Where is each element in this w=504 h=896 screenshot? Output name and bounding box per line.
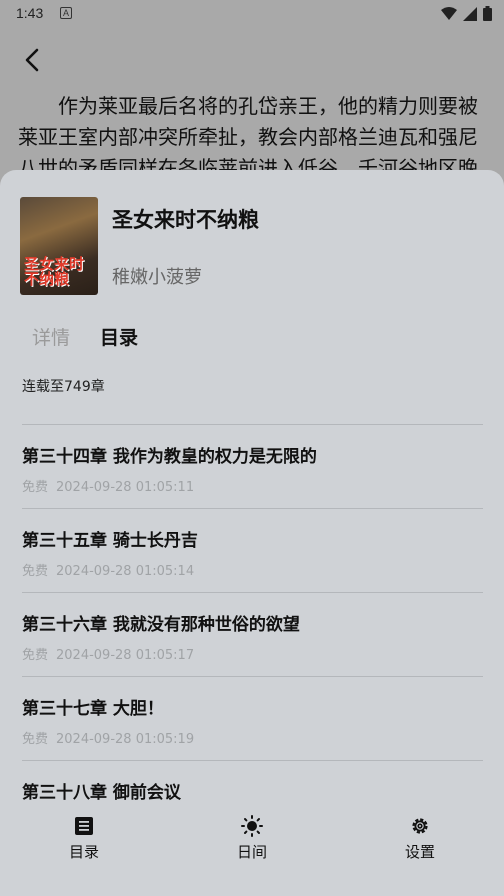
- book-author: 稚嫩小菠萝: [112, 267, 202, 288]
- book-cover[interactable]: 圣女来时不纳粮: [20, 197, 98, 295]
- status-bar: 1:43 A: [0, 0, 504, 30]
- free-label: 免费: [22, 564, 49, 579]
- nav-settings-button[interactable]: 设置: [380, 810, 460, 862]
- chapter-item[interactable]: 第三十四章 我作为教皇的权力是无限的 免费 2024-09-28 01:05:11: [22, 424, 483, 508]
- chapter-meta: 免费 2024-09-28 01:05:17: [22, 644, 194, 663]
- nav-settings-label: 设置: [404, 843, 435, 861]
- toc-sheet: 圣女来时不纳粮 圣女来时不纳粮 稚嫩小菠萝 详情 目录 连载至749章 第三十四…: [0, 170, 504, 896]
- serial-status: 连载至749章: [22, 379, 105, 395]
- chapter-item[interactable]: 第三十六章 我就没有那种世俗的欲望 免费 2024-09-28 01:05:17: [22, 592, 483, 676]
- book-title: 圣女来时不纳粮: [112, 208, 259, 232]
- status-time: 1:43: [16, 5, 44, 21]
- gear-icon: [380, 813, 460, 839]
- chapter-title: 第三十八章 御前会议: [22, 783, 181, 803]
- free-label: 免费: [22, 648, 49, 663]
- nav-day-label: 日间: [236, 843, 267, 861]
- book-header: 圣女来时不纳粮 圣女来时不纳粮 稚嫩小菠萝: [0, 170, 504, 295]
- wifi-icon: [441, 6, 457, 20]
- chapter-list: 第三十四章 我作为教皇的权力是无限的 免费 2024-09-28 01:05:11…: [22, 424, 483, 844]
- tab-toc[interactable]: 目录: [100, 323, 138, 350]
- nav-toc-label: 目录: [68, 843, 99, 861]
- chapter-title: 第三十五章 骑士长丹吉: [22, 531, 198, 551]
- chapter-title: 第三十四章 我作为教皇的权力是无限的: [22, 447, 317, 467]
- free-label: 免费: [22, 732, 49, 747]
- nav-toc-button[interactable]: 目录: [44, 810, 124, 862]
- free-label: 免费: [22, 480, 49, 495]
- cover-title: 圣女来时不纳粮: [24, 255, 85, 288]
- chapter-time: 2024-09-28 01:05:14: [56, 564, 195, 579]
- chapter-title: 第三十六章 我就没有那种世俗的欲望: [22, 615, 300, 635]
- chapter-title: 第三十七章 大胆！: [22, 699, 164, 719]
- chapter-meta: 免费 2024-09-28 01:05:11: [22, 476, 194, 495]
- chapter-item[interactable]: 第三十七章 大胆！ 免费 2024-09-28 01:05:19: [22, 676, 483, 760]
- chapter-time: 2024-09-28 01:05:19: [56, 732, 195, 747]
- chapter-item[interactable]: 第三十五章 骑士长丹吉 免费 2024-09-28 01:05:14: [22, 508, 483, 592]
- tab-bar: 详情 目录: [32, 323, 138, 350]
- tab-details[interactable]: 详情: [32, 323, 70, 350]
- status-icons: [441, 6, 492, 21]
- chapter-time: 2024-09-28 01:05:17: [56, 648, 195, 663]
- back-button[interactable]: [16, 44, 48, 76]
- toc-icon: [44, 813, 124, 839]
- chapter-meta: 免费 2024-09-28 01:05:19: [22, 728, 194, 747]
- chapter-time: 2024-09-28 01:05:11: [56, 480, 195, 495]
- sun-icon: [212, 813, 292, 839]
- chevron-left-icon: [25, 48, 39, 72]
- notification-icon: A: [60, 7, 72, 19]
- bottom-nav: 目录 日间 设置: [0, 810, 504, 896]
- chapter-meta: 免费 2024-09-28 01:05:14: [22, 560, 194, 579]
- battery-icon: [483, 6, 492, 21]
- nav-day-button[interactable]: 日间: [212, 810, 292, 862]
- signal-icon: [463, 6, 477, 21]
